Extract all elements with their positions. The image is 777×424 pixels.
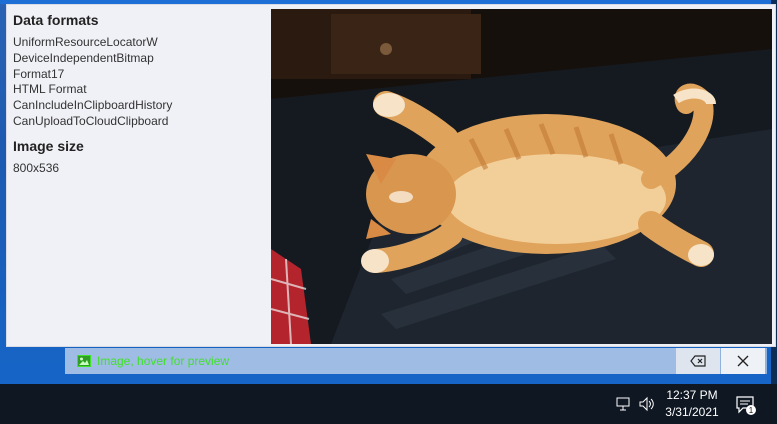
notification-count: 1: [749, 406, 754, 415]
cat-photo-illustration: [271, 9, 772, 344]
taskbar: 12:37 PM 3/31/2021 1: [0, 384, 777, 424]
backspace-icon: [690, 355, 706, 367]
image-size-value: 800x536: [13, 160, 60, 175]
notification-center-button[interactable]: 1: [735, 394, 757, 421]
volume-icon[interactable]: [638, 396, 656, 412]
clipboard-item[interactable]: Image, hover for preview: [65, 348, 676, 374]
notification-icon: 1: [736, 396, 756, 415]
format-item: HTML Format: [13, 82, 87, 97]
clipboard-history-strip: Image, hover for preview: [65, 348, 767, 374]
clipboard-item-label: Image, hover for preview: [97, 354, 230, 368]
image-icon: [77, 355, 91, 367]
close-icon: [737, 355, 749, 367]
format-item: CanUploadToCloudClipboard: [13, 113, 169, 128]
system-clock[interactable]: 12:37 PM 3/31/2021: [658, 387, 726, 421]
network-icon[interactable]: [616, 396, 632, 412]
clipboard-preview-panel: Data formats UniformResourceLocatorW Dev…: [6, 4, 776, 347]
data-formats-list: UniformResourceLocatorW DeviceIndependen…: [13, 35, 263, 130]
format-item: UniformResourceLocatorW: [13, 35, 158, 49]
image-preview: [271, 9, 772, 344]
format-info: Data formats UniformResourceLocatorW Dev…: [13, 11, 263, 175]
format-item: Format17: [13, 66, 65, 81]
close-button[interactable]: [721, 348, 765, 374]
image-size-title: Image size: [13, 137, 84, 154]
delete-item-button[interactable]: [676, 348, 720, 374]
clock-time: 12:37 PM: [666, 388, 718, 402]
clock-date: 3/31/2021: [665, 405, 719, 419]
data-formats-title: Data formats: [13, 12, 99, 28]
format-item: CanIncludeInClipboardHistory: [13, 98, 173, 113]
format-item: DeviceIndependentBitmap: [13, 50, 154, 65]
